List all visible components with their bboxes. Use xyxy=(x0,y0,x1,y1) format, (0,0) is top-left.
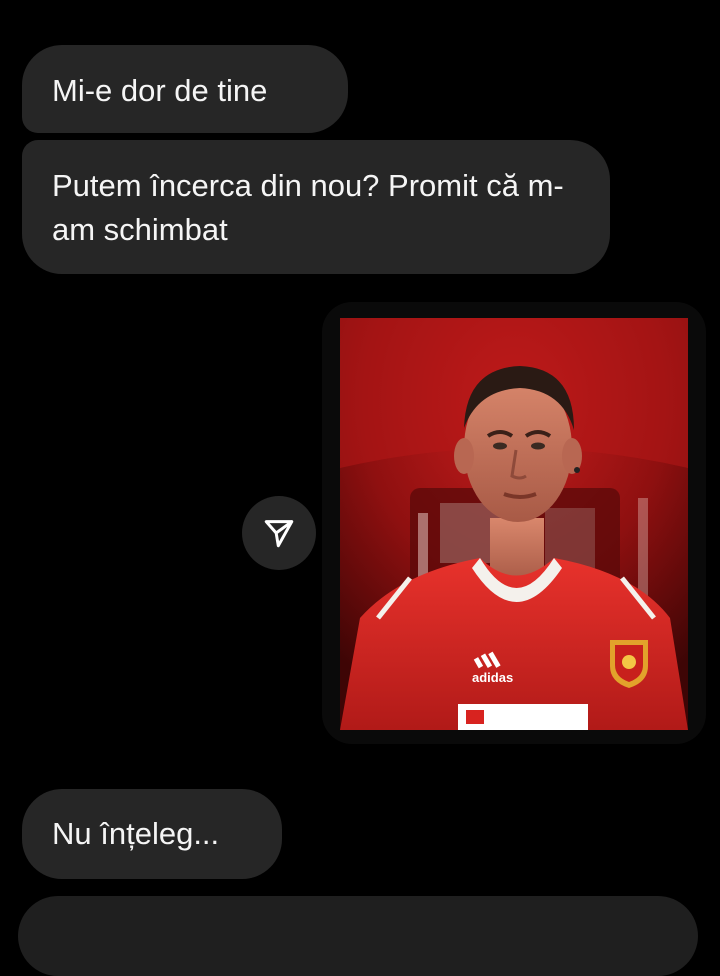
message-text-3: Nu înțeleg... xyxy=(52,816,220,851)
message-bubble-3[interactable]: Nu înțeleg... xyxy=(22,789,282,879)
message-text-2: Putem încerca din nou? Promit că m-am sc… xyxy=(52,168,564,247)
paper-plane-icon xyxy=(264,520,294,548)
adidas-logo-text: adidas xyxy=(472,670,513,685)
message-bubble-2[interactable]: Putem încerca din nou? Promit că m-am sc… xyxy=(22,140,610,274)
shared-post-photo: adidas xyxy=(340,318,688,730)
shared-post-image[interactable]: adidas xyxy=(340,318,688,730)
message-bubble-1[interactable]: Mi-e dor de tine xyxy=(22,45,348,133)
share-button[interactable] xyxy=(242,496,316,570)
message-text-1: Mi-e dor de tine xyxy=(52,73,268,108)
message-bubble-partial[interactable] xyxy=(18,896,698,976)
